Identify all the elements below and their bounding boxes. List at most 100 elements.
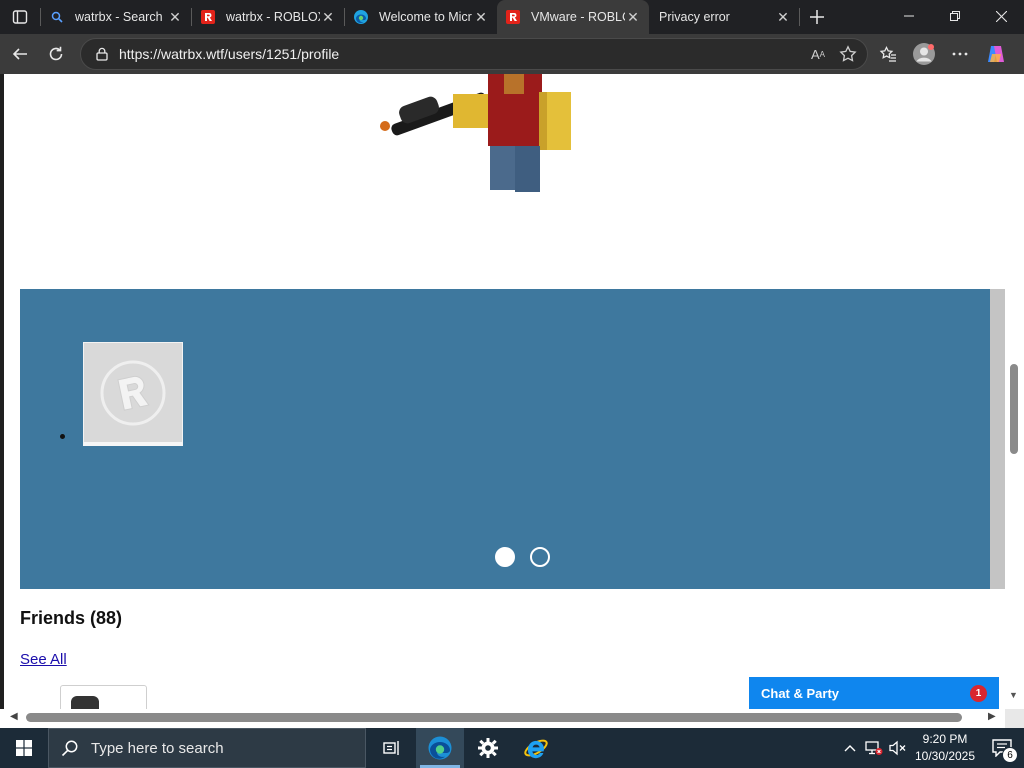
restore-icon	[950, 11, 960, 21]
tab-privacy-error[interactable]: Privacy error ✕	[649, 0, 799, 34]
restore-button[interactable]	[932, 0, 978, 32]
toolbar-right-tools	[870, 36, 1014, 72]
volume-button[interactable]	[886, 728, 910, 768]
copilot-icon	[988, 46, 1004, 62]
friends-heading: Friends (88)	[20, 608, 123, 628]
chat-party-label: Chat & Party	[761, 685, 840, 701]
favorite-star-icon[interactable]	[833, 39, 863, 69]
friend-avatar	[71, 696, 99, 709]
tab-actions-icon	[12, 10, 28, 24]
avatar-image	[380, 74, 571, 192]
system-tray: 9:20 PM 10/30/2025 6	[838, 728, 1024, 768]
close-tab-icon[interactable]: ✕	[775, 9, 791, 25]
back-button[interactable]	[2, 36, 38, 72]
windows-taskbar: Type here to search 9:20 PM 10/30/2025 6	[0, 728, 1024, 768]
see-all-link[interactable]: See All	[20, 651, 67, 668]
tab-welcome-microsoft[interactable]: Welcome to Micr ✕	[345, 0, 497, 34]
search-icon	[61, 739, 79, 757]
settings-more-button[interactable]	[942, 36, 978, 72]
carousel-dot[interactable]	[530, 547, 550, 567]
list-bullet	[60, 434, 65, 439]
back-arrow-icon	[12, 48, 27, 60]
search-icon	[49, 9, 65, 25]
profile-button[interactable]	[906, 36, 942, 72]
chat-party-bar[interactable]: Chat & Party 1	[749, 677, 999, 709]
close-icon	[995, 10, 1007, 22]
notification-count-badge: 6	[1002, 747, 1018, 763]
close-tab-icon[interactable]: ✕	[320, 9, 336, 25]
read-aloud-icon[interactable]: AA	[803, 39, 833, 69]
plus-icon	[810, 10, 824, 24]
task-view-button[interactable]	[368, 728, 416, 768]
gear-icon	[478, 738, 498, 758]
carousel-dot-active[interactable]	[495, 547, 515, 567]
vertical-scroll-thumb[interactable]	[1010, 364, 1018, 454]
show-hidden-icons-button[interactable]	[838, 728, 862, 768]
refresh-icon	[49, 46, 63, 61]
new-tab-button[interactable]	[800, 0, 834, 34]
more-dots-icon	[952, 52, 968, 56]
taskbar-edge-button[interactable]	[416, 728, 464, 768]
taskbar-internet-explorer-button[interactable]	[512, 728, 560, 768]
tab-actions-button[interactable]	[0, 0, 40, 34]
friend-card[interactable]	[60, 685, 147, 709]
minimize-button[interactable]	[886, 0, 932, 32]
horizontal-scrollbar[interactable]: ◀ ▶	[0, 709, 1005, 728]
vertical-scrollbar[interactable]: ▼	[1005, 74, 1024, 709]
volume-muted-icon	[889, 740, 906, 756]
url-text[interactable]: https://watrbx.wtf/users/1251/profile	[119, 46, 803, 62]
page-viewport: Friends (88) See All Chat & Party 1	[4, 74, 1005, 709]
tab-watrbx-search[interactable]: watrbx - Search ✕	[41, 0, 191, 34]
favorites-icon	[879, 46, 896, 62]
clock-date: 10/30/2025	[914, 749, 976, 763]
profile-avatar-icon	[913, 43, 935, 65]
close-tab-icon[interactable]: ✕	[167, 9, 183, 25]
tab-title: Welcome to Micr	[379, 10, 472, 24]
roblox-logo-placeholder-icon	[100, 360, 166, 425]
tab-title: Privacy error	[659, 10, 730, 24]
taskbar-settings-button[interactable]	[464, 728, 512, 768]
tab-watrbx-roblox[interactable]: watrbx - ROBLOX ✕	[192, 0, 344, 34]
windows-logo-icon	[16, 740, 32, 756]
carousel-slide-image[interactable]	[83, 342, 183, 446]
carousel	[20, 289, 990, 589]
scroll-down-arrow-icon[interactable]: ▼	[1009, 690, 1018, 700]
copilot-button[interactable]	[978, 36, 1014, 72]
clock-time: 9:20 PM	[922, 732, 968, 746]
taskbar-search-box[interactable]: Type here to search	[48, 728, 366, 768]
tab-title: VMware - ROBLC	[531, 10, 625, 24]
network-disconnected-icon	[865, 741, 883, 755]
taskbar-clock[interactable]: 9:20 PM 10/30/2025	[910, 731, 980, 765]
tab-vmware-roblox[interactable]: VMware - ROBLC ✕	[497, 0, 649, 34]
horizontal-scroll-thumb[interactable]	[26, 713, 962, 722]
close-tab-icon[interactable]: ✕	[473, 9, 489, 25]
start-button[interactable]	[0, 728, 48, 768]
address-bar[interactable]: https://watrbx.wtf/users/1251/profile AA	[80, 38, 868, 70]
minimize-icon	[904, 15, 914, 17]
edge-icon	[428, 736, 452, 760]
network-status-button[interactable]	[862, 728, 886, 768]
scrollbar-corner	[1005, 709, 1024, 728]
favorites-button[interactable]	[870, 36, 906, 72]
tab-title: watrbx - ROBLOX	[226, 10, 320, 24]
close-window-button[interactable]	[978, 0, 1024, 32]
roblox-icon	[200, 9, 216, 25]
chevron-up-icon	[844, 745, 856, 752]
notifications-button[interactable]: 6	[980, 728, 1024, 768]
scroll-right-arrow-icon[interactable]: ▶	[988, 711, 996, 722]
tab-title: watrbx - Search	[75, 10, 163, 24]
taskbar-search-placeholder: Type here to search	[91, 739, 224, 757]
site-info-icon[interactable]	[91, 43, 113, 65]
roblox-icon	[505, 9, 521, 25]
carousel-scrollbar[interactable]	[990, 289, 1005, 589]
refresh-button[interactable]	[38, 36, 74, 72]
scroll-left-arrow-icon[interactable]: ◀	[10, 711, 18, 722]
chat-unread-badge: 1	[970, 685, 987, 702]
edge-icon	[353, 9, 369, 25]
tab-bar: watrbx - Search ✕ watrbx - ROBLOX ✕ Welc…	[0, 0, 1024, 34]
internet-explorer-icon	[524, 739, 548, 759]
window-controls	[886, 0, 1024, 32]
task-view-icon	[383, 741, 399, 755]
close-tab-icon[interactable]: ✕	[625, 9, 641, 25]
browser-toolbar: https://watrbx.wtf/users/1251/profile AA	[0, 34, 1024, 74]
